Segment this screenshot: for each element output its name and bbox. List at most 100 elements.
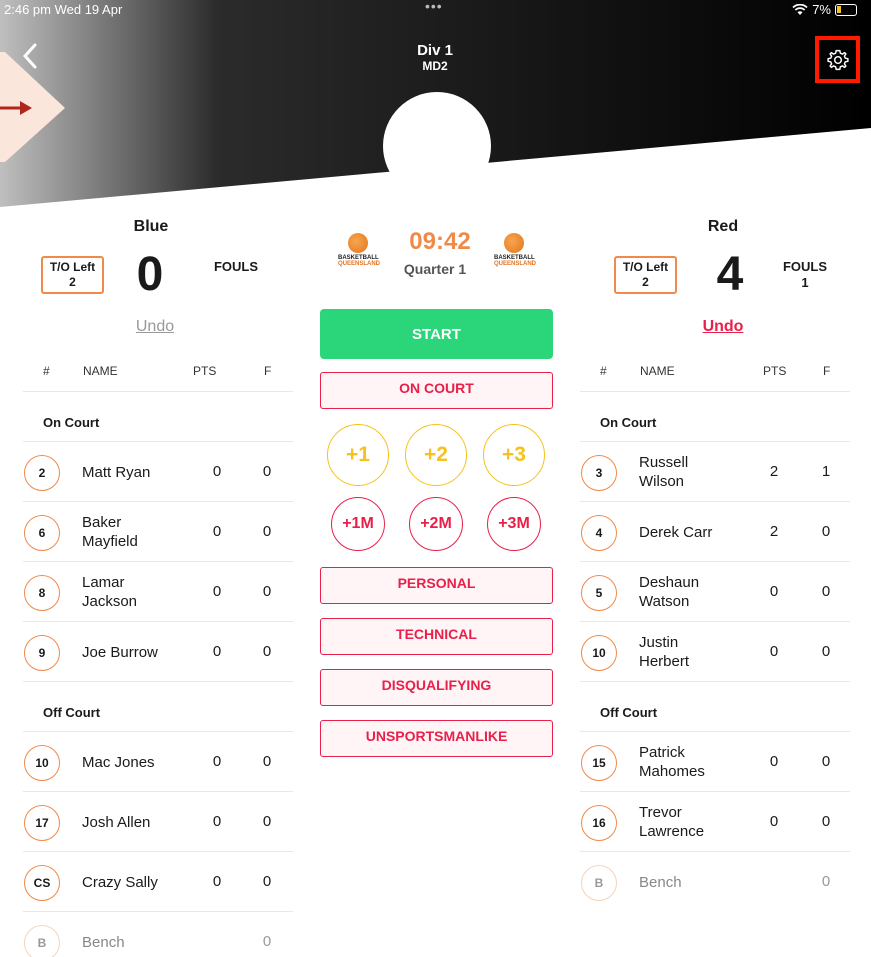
away-table-header: # NAME PTS F [580,352,850,392]
player-row[interactable]: 6 Baker Mayfield 0 0 [23,502,293,562]
game-title: Div 1 MD2 [360,42,510,73]
home-undo-button[interactable]: Undo [115,318,195,336]
player-points: 0 [769,753,779,770]
player-last-name: Mayfield [82,533,138,550]
player-row[interactable]: 17 Josh Allen 0 0 [23,792,293,852]
player-points: 0 [212,583,222,600]
player-row[interactable]: 4 Derek Carr 2 0 [580,502,850,562]
player-number: 5 [581,575,617,611]
player-name: Derek Carr [639,524,713,541]
player-first-name: Trevor [639,804,682,821]
technical-foul-button[interactable]: TECHNICAL [320,618,553,655]
bench-row[interactable]: B Bench 0 [23,912,293,957]
bench-badge: B [581,865,617,901]
player-fouls: 0 [821,813,831,830]
player-name: Josh Allen [82,814,151,831]
player-number: 10 [581,635,617,671]
bench-fouls: 0 [262,933,272,950]
col-fouls: F [823,364,831,378]
bench-label: Bench [82,934,125,951]
away-roster-table: # NAME PTS F On Court 3 Russell Wilson 2 1 4… [580,352,850,912]
unsportsmanlike-foul-button[interactable]: UNSPORTSMANLIKE [320,720,553,757]
away-fouls-value: 1 [801,275,809,290]
player-fouls: 1 [821,463,831,480]
player-fouls: 0 [821,753,831,770]
player-first-name: Patrick [639,744,685,761]
basketball-queensland-logo-right: BASKETBALL QUEENSLAND [494,233,537,269]
player-row[interactable]: 9 Joe Burrow 0 0 [23,622,293,682]
home-timeout-label: T/O Left [49,260,96,274]
player-row[interactable]: CS Crazy Sally 0 0 [23,852,293,912]
player-last-name: Wilson [639,473,685,490]
logo-text-left: BASKETBALL QUEENSLAND [338,255,381,267]
home-fouls: FOULS [206,259,266,275]
home-fouls-label: FOULS [213,259,259,274]
player-points: 0 [212,643,222,660]
player-points: 2 [769,523,779,540]
gear-icon [826,49,849,70]
multitask-dots[interactable]: ••• [425,0,443,14]
battery-percent: 7% [812,2,831,17]
add-2-points-button[interactable]: +2 [405,424,467,486]
player-row[interactable]: 8 Lamar Jackson 0 0 [23,562,293,622]
col-number: # [600,364,607,378]
miss-1-point-button[interactable]: +1M [331,497,385,551]
player-row[interactable]: 3 Russell Wilson 2 1 [580,442,850,502]
miss-2-points-button[interactable]: +2M [409,497,463,551]
player-fouls: 0 [821,523,831,540]
basketball-icon [504,233,524,253]
away-timeouts[interactable]: T/O Left 2 [614,256,677,294]
player-number: 2 [24,455,60,491]
match-subtitle: MD2 [422,59,448,73]
player-name: Mac Jones [82,754,155,771]
col-name: NAME [640,364,675,378]
player-name: Matt Ryan [82,464,151,481]
disqualifying-foul-button[interactable]: DISQUALIFYING [320,669,553,706]
bench-label: Bench [639,874,682,891]
player-name: Joe Burrow [82,644,158,661]
player-name: Justin Herbert [639,633,689,671]
player-name: Patrick Mahomes [639,743,705,781]
away-on-court-label: On Court [580,392,850,442]
bench-row[interactable]: B Bench 0 [580,852,850,912]
scoring-screen: 2:46 pm Wed 19 Apr ••• 7% Div 1 MD2 Blue… [0,0,871,957]
player-row[interactable]: 15 Patrick Mahomes 0 0 [580,732,850,792]
home-score: 0 [136,248,164,301]
player-last-name: Jackson [82,593,138,610]
home-team-name: Blue [133,218,169,235]
add-1-point-button[interactable]: +1 [327,424,389,486]
player-points: 0 [769,813,779,830]
logo-text-right: BASKETBALL QUEENSLAND [494,255,537,267]
start-clock-button[interactable]: START [320,309,553,359]
bench-fouls: 0 [821,873,831,890]
away-team-name: Red [707,218,739,235]
basketball-icon [348,233,368,253]
player-points: 0 [212,813,222,830]
player-name: Russell Wilson [639,453,688,491]
player-row[interactable]: 2 Matt Ryan 0 0 [23,442,293,502]
player-fouls: 0 [262,523,272,540]
col-points: PTS [763,364,787,378]
status-bar: 2:46 pm Wed 19 Apr ••• 7% [0,0,871,22]
player-row[interactable]: 5 Deshaun Watson 0 0 [580,562,850,622]
player-last-name: Mahomes [639,763,705,780]
settings-button[interactable] [815,36,860,83]
player-name: Lamar Jackson [82,573,137,611]
player-number: 9 [24,635,60,671]
away-score: 4 [716,248,744,301]
player-row[interactable]: 10 Justin Herbert 0 0 [580,622,850,682]
personal-foul-button[interactable]: PERSONAL [320,567,553,604]
add-3-points-button[interactable]: +3 [483,424,545,486]
division-title: Div 1 [417,42,453,59]
player-fouls: 0 [821,643,831,660]
home-timeouts[interactable]: T/O Left 2 [41,256,104,294]
status-indicators: 7% [792,2,857,17]
quarter-label: Quarter 1 [403,261,467,277]
player-first-name: Lamar [82,574,125,591]
on-court-button[interactable]: ON COURT [320,372,553,409]
miss-3-points-button[interactable]: +3M [487,497,541,551]
player-row[interactable]: 16 Trevor Lawrence 0 0 [580,792,850,852]
player-row[interactable]: 10 Mac Jones 0 0 [23,732,293,792]
away-timeout-value: 2 [642,275,649,289]
away-undo-button[interactable]: Undo [683,318,763,336]
